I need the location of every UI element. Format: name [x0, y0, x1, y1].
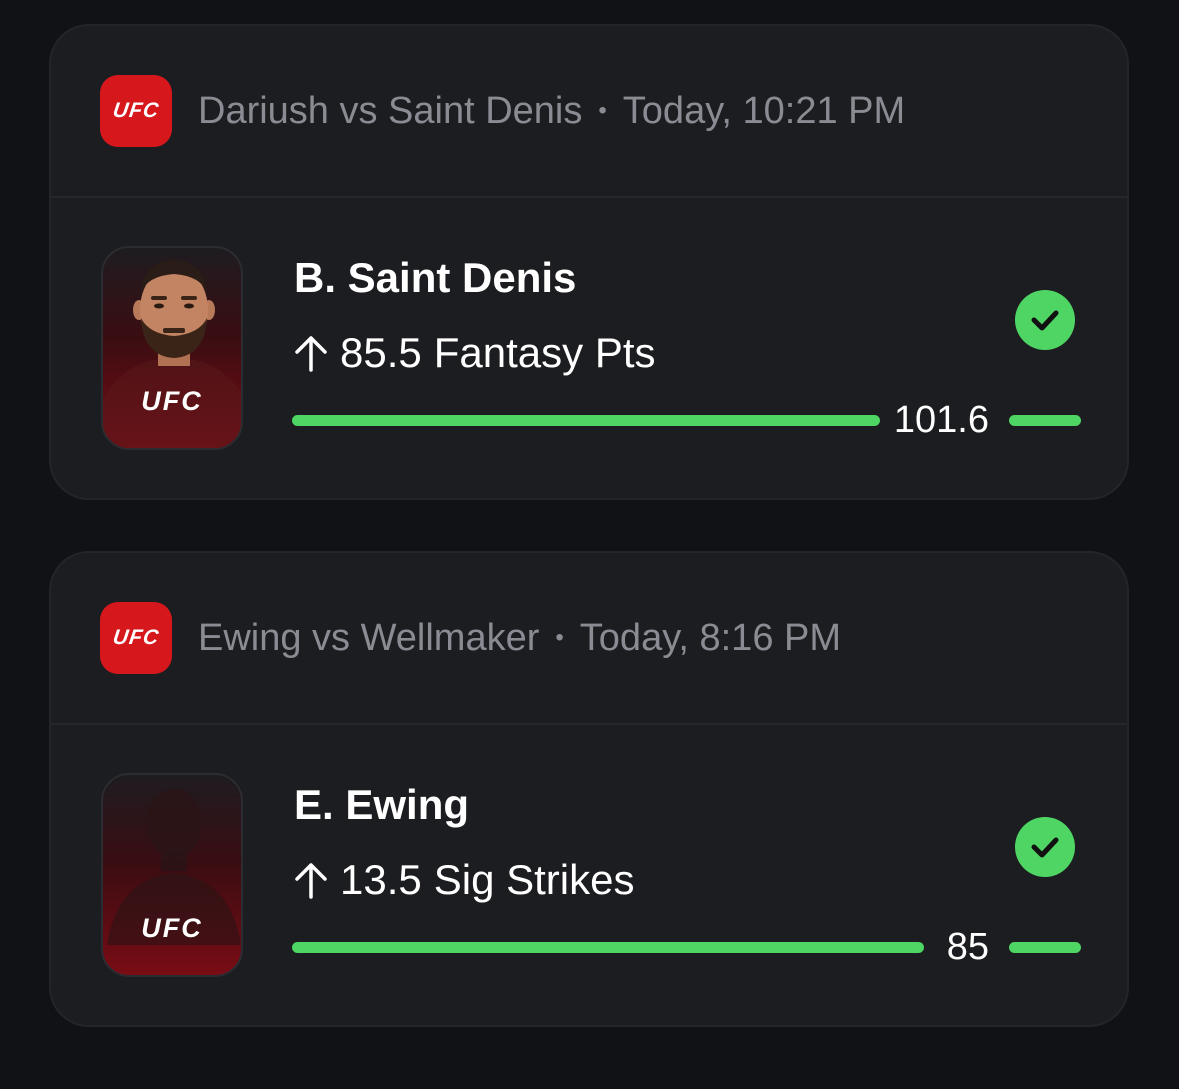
progress-bar: [292, 415, 880, 426]
matchup-label: Dariush vs Saint Denis: [198, 89, 583, 132]
matchup-header: Dariush vs Saint Denis • Today, 10:21 PM: [198, 86, 905, 136]
stat-type: Sig Strikes: [433, 856, 635, 903]
event-time: Today, 10:21 PM: [622, 89, 906, 132]
silhouette-icon: [107, 789, 241, 945]
fighter-headshot-icon: [103, 260, 241, 448]
ufc-card-logo: UFC: [141, 386, 203, 416]
card-header: UFC Dariush vs Saint Denis • Today, 10:2…: [51, 26, 1127, 198]
ufc-league-logo: UFC: [100, 75, 172, 147]
player-name: B. Saint Denis: [294, 254, 577, 301]
pick-line: 85.5 Fantasy Pts: [294, 328, 656, 378]
stat-type: Fantasy Pts: [433, 329, 656, 376]
card-header: UFC Ewing vs Wellmaker • Today, 8:16 PM: [51, 553, 1127, 725]
progress-tail: [1009, 415, 1081, 426]
result-value: 101.6: [893, 399, 989, 441]
ufc-card-logo: UFC: [141, 913, 203, 943]
player-headshot-card: UFC: [101, 773, 243, 977]
matchup-label: Ewing vs Wellmaker: [198, 616, 540, 659]
pick-card[interactable]: UFC Dariush vs Saint Denis • Today, 10:2…: [49, 24, 1129, 500]
separator-dot: •: [555, 624, 564, 651]
separator-dot: •: [598, 97, 607, 124]
result-value: 85: [946, 926, 989, 968]
progress-tail: [1009, 942, 1081, 953]
progress-bar: [292, 942, 924, 953]
line-value: 85.5: [340, 329, 422, 376]
player-name: E. Ewing: [294, 781, 470, 828]
arrow-up-icon: [295, 863, 327, 899]
line-value: 13.5: [340, 856, 422, 903]
checkmark-icon: [1015, 290, 1075, 350]
event-time: Today, 8:16 PM: [579, 616, 842, 659]
player-headshot-card: UFC: [101, 246, 243, 450]
pick-card[interactable]: UFC Ewing vs Wellmaker • Today, 8:16 PM …: [49, 551, 1129, 1027]
pick-line: 13.5 Sig Strikes: [294, 855, 634, 905]
arrow-up-icon: [295, 336, 327, 372]
ufc-league-logo: UFC: [100, 602, 172, 674]
checkmark-icon: [1015, 817, 1075, 877]
matchup-header: Ewing vs Wellmaker • Today, 8:16 PM: [198, 613, 841, 663]
